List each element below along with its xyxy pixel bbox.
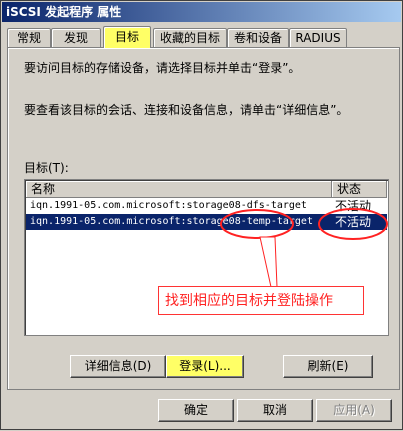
tab-general[interactable]: 常规 (7, 28, 51, 47)
list-header: 名称 状态 (26, 181, 387, 198)
tab-strip: 常规 发现 目标 收藏的目标 卷和设备 RADIUS (7, 26, 399, 48)
ok-button[interactable]: 确定 (158, 399, 234, 422)
tab-favorite-targets[interactable]: 收藏的目标 (153, 28, 227, 47)
column-header-name[interactable]: 名称 (26, 181, 332, 197)
title-bar[interactable]: iSCSI 发起程序 属性 (2, 2, 401, 22)
column-header-status[interactable]: 状态 (332, 181, 387, 197)
window-title: iSCSI 发起程序 属性 (6, 5, 122, 19)
tab-radius[interactable]: RADIUS (289, 28, 347, 47)
targets-label: 目标(T): (24, 161, 69, 175)
refresh-button[interactable]: 刷新(E) (283, 355, 373, 378)
target-row[interactable]: iqn.1991-05.com.microsoft:storage08-dfs-… (26, 198, 387, 214)
annotation-callout: 找到相应的目标并登陆操作 (158, 286, 364, 315)
details-button[interactable]: 详细信息(D) (70, 355, 166, 378)
target-row-selected[interactable]: iqn.1991-05.com.microsoft:storage08-temp… (26, 214, 387, 230)
target-name: iqn.1991-05.com.microsoft:storage08-temp… (30, 216, 313, 227)
login-instruction: 要访问目标的存储设备，请选择目标并单击“登录”。 (24, 61, 301, 75)
tab-discovery[interactable]: 发现 (51, 28, 101, 47)
target-status: 不活动 (335, 215, 372, 229)
properties-dialog: iSCSI 发起程序 属性 常规 发现 目标 收藏的目标 卷和设备 RADIUS… (0, 0, 403, 430)
target-name: iqn.1991-05.com.microsoft:storage08-dfs-… (30, 200, 307, 211)
details-instruction: 要查看该目标的会话、连接和设备信息，请单击“详细信息”。 (24, 103, 349, 117)
apply-button[interactable]: 应用(A) (316, 399, 392, 422)
login-button[interactable]: 登录(L)... (166, 355, 244, 378)
tab-targets[interactable]: 目标 (103, 26, 151, 48)
tab-volumes-and-devices[interactable]: 卷和设备 (227, 28, 289, 47)
cancel-button[interactable]: 取消 (237, 399, 313, 422)
target-status: 不活动 (335, 199, 372, 213)
